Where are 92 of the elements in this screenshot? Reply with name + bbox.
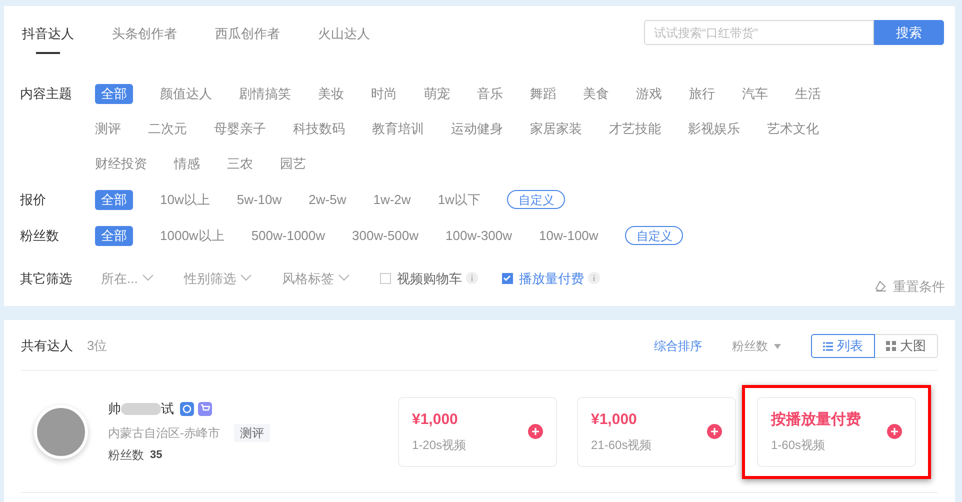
- filter-dropdown[interactable]: 风格标签: [282, 268, 350, 288]
- filter-option[interactable]: 汽车: [742, 84, 768, 104]
- checkbox-label: 播放量付费: [518, 270, 584, 288]
- view-toggle[interactable]: 列表: [811, 334, 875, 358]
- cart-badge-icon: [198, 402, 212, 416]
- filter-label: 其它筛选: [20, 270, 73, 288]
- chevron-down-icon: [240, 274, 252, 282]
- add-icon[interactable]: [887, 424, 902, 439]
- eraser-icon: [875, 280, 887, 292]
- list-icon: [823, 342, 833, 350]
- filter-option[interactable]: 母婴亲子: [214, 118, 266, 138]
- filter-option[interactable]: 1000w以上: [160, 226, 224, 246]
- custom-range-button[interactable]: 自定义: [625, 226, 684, 245]
- filter-option[interactable]: 剧情搞笑: [239, 84, 291, 104]
- filter-option[interactable]: 家居家装: [530, 118, 582, 138]
- filter-option[interactable]: 音乐: [477, 84, 503, 104]
- results-count: 3位: [87, 337, 108, 356]
- filter-option[interactable]: 旅行: [689, 84, 715, 104]
- filter-option[interactable]: 生活: [795, 84, 821, 104]
- price-description: 1-20s视频: [412, 436, 466, 454]
- filter-option[interactable]: 2w-5w: [308, 190, 346, 210]
- filter-option[interactable]: 颜值达人: [160, 84, 212, 104]
- filter-option[interactable]: 舞蹈: [530, 84, 556, 104]
- filter-label: 报价: [20, 190, 47, 208]
- fans-count: 35: [150, 448, 162, 463]
- price: ¥1,000: [591, 410, 638, 430]
- filter-option[interactable]: 运动健身: [451, 118, 503, 138]
- filter-option[interactable]: 三农: [227, 154, 253, 174]
- reset-button[interactable]: 重置条件: [875, 276, 945, 296]
- filter-option[interactable]: 美食: [583, 84, 609, 104]
- filter-option[interactable]: 游戏: [636, 84, 662, 104]
- fans-label: 粉丝数: [108, 447, 144, 464]
- add-icon[interactable]: [707, 424, 722, 439]
- sort-option[interactable]: 粉丝数: [732, 337, 781, 355]
- filter-option[interactable]: 二次元: [148, 118, 187, 138]
- view-toggle[interactable]: 大图: [875, 334, 938, 358]
- search-field[interactable]: 试试搜索“口红带货”: [644, 20, 874, 45]
- chevron-down-icon: [338, 274, 350, 282]
- filter-option[interactable]: 时尚: [371, 84, 397, 104]
- grid-icon: [886, 341, 896, 351]
- filter-option[interactable]: 全部: [95, 190, 133, 210]
- filter-option[interactable]: 全部: [95, 226, 133, 246]
- filter-option[interactable]: 500w-1000w: [251, 226, 326, 246]
- price-description: 1-60s视频: [771, 436, 826, 454]
- filter-option[interactable]: 科技数码: [293, 118, 345, 138]
- filter-option[interactable]: 园艺: [280, 154, 306, 174]
- caret-icon: [774, 344, 781, 348]
- tab[interactable]: 抖音达人: [22, 20, 74, 54]
- filter-option[interactable]: 财经投资: [95, 154, 147, 174]
- price: 按播放量付费: [771, 410, 861, 430]
- filter-option[interactable]: 300w-500w: [352, 226, 419, 246]
- filter-option[interactable]: 10w-100w: [539, 226, 598, 246]
- filter-option[interactable]: 情感: [174, 154, 200, 174]
- creator-location: 内蒙古自治区-赤峰市: [108, 425, 220, 442]
- filter-option[interactable]: 测评: [95, 118, 121, 138]
- sort-option[interactable]: 综合排序: [654, 337, 702, 355]
- checkbox[interactable]: [502, 272, 513, 284]
- filter-option[interactable]: 才艺技能: [609, 118, 661, 138]
- filter-option[interactable]: 影视娱乐: [688, 118, 740, 138]
- chevron-down-icon: [142, 274, 154, 282]
- checkbox[interactable]: [380, 272, 391, 284]
- tab[interactable]: 头条创作者: [112, 20, 177, 54]
- filter-option[interactable]: 1w以下: [438, 190, 480, 210]
- filter-option[interactable]: 教育培训: [372, 118, 424, 138]
- creator-name: 试: [161, 400, 174, 418]
- blurred-text: [121, 402, 161, 414]
- filter-label: 内容主题: [20, 84, 73, 102]
- filter-option[interactable]: 萌宠: [424, 84, 450, 104]
- filter-dropdown[interactable]: 性别筛选: [184, 268, 252, 288]
- price-description: 21-60s视频: [591, 436, 652, 454]
- filter-option[interactable]: 5w-10w: [236, 190, 282, 210]
- creator-tag: 测评: [234, 424, 270, 442]
- tab[interactable]: 西瓜创作者: [215, 20, 280, 54]
- video-badge-icon: [180, 402, 194, 416]
- filter-option[interactable]: 美妆: [318, 84, 344, 104]
- add-icon[interactable]: [528, 424, 543, 439]
- filter-dropdown[interactable]: 所在...: [101, 268, 154, 288]
- info-icon: [466, 272, 478, 284]
- tab[interactable]: 火山达人: [318, 20, 370, 54]
- custom-range-button[interactable]: 自定义: [507, 190, 566, 209]
- checkbox-label: 视频购物车: [396, 270, 462, 288]
- filter-option[interactable]: 艺术文化: [767, 118, 819, 138]
- search-button[interactable]: 搜索: [874, 20, 944, 45]
- info-icon: [588, 272, 600, 284]
- filter-label: 粉丝数: [20, 226, 60, 244]
- filter-option[interactable]: 全部: [95, 84, 133, 104]
- results-title: 共有达人: [21, 337, 73, 356]
- price: ¥1,000: [412, 410, 459, 430]
- filter-option[interactable]: 1w-2w: [373, 190, 411, 210]
- creator-name: 帅: [108, 400, 121, 418]
- filter-option[interactable]: 100w-300w: [446, 226, 512, 246]
- filter-option[interactable]: 10w以上: [160, 190, 210, 210]
